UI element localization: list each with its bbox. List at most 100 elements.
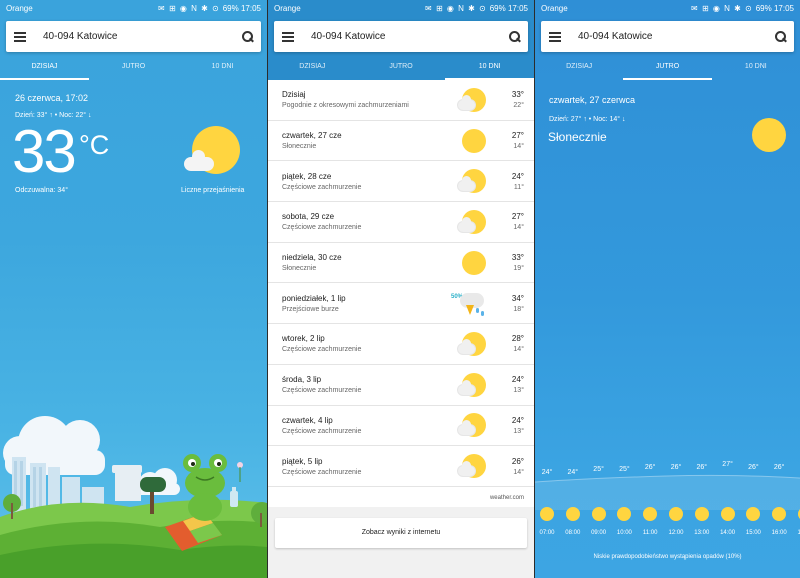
search-bar[interactable]: 40-094 Katowice (541, 21, 794, 52)
day-name: wtorek, 2 lip (282, 334, 325, 344)
hourly-forecast[interactable]: 24° 07:00 24° 08:00 25° 09:00 25° 10:00 26° 11:00… (535, 455, 800, 555)
tab-10-days[interactable]: 10 DNI (712, 56, 800, 80)
day-row[interactable]: sobota, 29 cze Częściowe zachmurzenie 27° 1… (268, 202, 534, 243)
weather-icon (458, 370, 488, 400)
day-condition: Częściowe zachmurzenie (282, 346, 362, 354)
tab-tomorrow[interactable]: JUTRO (357, 56, 446, 80)
day-condition: Słonecznie (282, 265, 317, 273)
tab-10-days[interactable]: 10 DNI (178, 56, 267, 80)
menu-icon[interactable] (282, 31, 294, 42)
hourly-time: 16:00 (771, 530, 787, 536)
hourly-temp: 26° (748, 463, 759, 471)
weather-icon (458, 288, 488, 318)
day-high-temp: 24° (511, 375, 524, 385)
hourly-temp: 26° (670, 463, 682, 471)
sun-icon (540, 507, 554, 521)
day-row[interactable]: wtorek, 2 lip Częściowe zachmurzenie 28° 14… (268, 324, 534, 365)
weather-icon (458, 166, 488, 196)
tomorrow-day-night-range: Dzień: 27° ↑ • Noc: 14° ↓ (549, 116, 626, 123)
battery-level: 69% (755, 3, 772, 13)
feels-like: Odczuwalna: 34° (15, 187, 68, 194)
day-low-temp: 14° (513, 346, 524, 354)
day-low-temp: 11° (513, 183, 524, 191)
sun-icon (752, 118, 786, 152)
day-row[interactable]: piątek, 28 cze Częściowe zachmurzenie 24° 1… (268, 161, 534, 203)
hourly-temp: 26° (696, 463, 708, 471)
day-row[interactable]: czwartek, 27 cze Słonecznie 27° 14° (268, 121, 534, 162)
cloud-icon (184, 150, 214, 171)
sun-icon (772, 507, 787, 521)
day-low-temp: 14° (513, 143, 524, 151)
sun-icon (591, 507, 606, 521)
sun-icon (643, 507, 658, 521)
temperature-unit: °C (79, 130, 110, 160)
search-bar[interactable]: 40-094 Katowice (6, 21, 261, 52)
menu-icon[interactable] (549, 31, 561, 42)
hourly-time: 08:00 (565, 530, 581, 536)
tab-today[interactable]: DZISIAJ (268, 56, 357, 80)
hourly-temp: 25° (593, 466, 604, 474)
status-icons: ✉ ⊞ ◉ N ✱ ⊙ (158, 3, 220, 13)
battery-level: 69% (489, 3, 506, 13)
rain-drop-icon (481, 311, 484, 317)
menu-icon[interactable] (14, 31, 26, 42)
ten-day-panel: Orange ✉ ⊞ ◉ N ✱ ⊙ 69% 17:05 40-094 Kato… (268, 0, 534, 578)
day-row[interactable]: środa, 3 lip Częściowe zachmurzenie 24° 13° (268, 365, 534, 406)
hourly-time: 10:00 (616, 530, 632, 536)
daily-forecast-list: Dzisiaj Pogodnie z okresowymi zachmurzeni… (268, 80, 534, 487)
day-row[interactable]: piątek, 5 lip Częściowe zachmurzenie 26° 14… (268, 446, 534, 487)
status-bar: Orange ✉ ⊞ ◉ N ✱ ⊙ 69% 17:05 (535, 0, 800, 16)
status-icons: ✉ ⊞ ◉ N ✱ ⊙ (691, 3, 753, 13)
tab-tomorrow[interactable]: JUTRO (623, 56, 712, 80)
day-row[interactable]: Dzisiaj Pogodnie z okresowymi zachmurzeni… (268, 80, 534, 121)
day-name: piątek, 28 cze (282, 171, 332, 181)
day-high-temp: 28° (511, 334, 524, 344)
tab-tomorrow[interactable]: JUTRO (89, 56, 178, 80)
day-name: poniedziałek, 1 lip (282, 293, 346, 303)
day-condition: Częściowe zachmurzenie (282, 224, 362, 232)
day-high-temp: 27° (511, 131, 524, 141)
weather-icon (458, 248, 488, 278)
hourly-temp: 24° (541, 469, 553, 476)
sun-icon (720, 507, 735, 521)
day-row[interactable]: niedziela, 30 cze Słonecznie 33° 19° (268, 243, 534, 284)
search-bar[interactable]: 40-094 Katowice (274, 21, 528, 52)
day-row[interactable]: czwartek, 4 lip Częściowe zachmurzenie 24°… (268, 406, 534, 447)
search-icon[interactable] (509, 31, 520, 42)
sun-icon (746, 507, 761, 521)
carrier-name: Orange (274, 3, 301, 13)
day-condition: Częściowe zachmurzenie (282, 183, 362, 191)
day-low-temp: 14° (513, 224, 524, 232)
day-row[interactable]: poniedziałek, 1 lip Przejściowe burze 50% 3… (268, 283, 534, 325)
search-icon[interactable] (242, 31, 253, 42)
search-input[interactable]: 40-094 Katowice (43, 31, 242, 42)
day-high-temp: 27° (511, 212, 524, 222)
day-high-temp: 33° (511, 90, 524, 100)
day-low-temp: 22° (513, 102, 524, 110)
day-name: sobota, 29 cze (282, 212, 335, 222)
data-source[interactable]: weather.com (490, 495, 524, 501)
today-date: 26 czerwca, 17:02 (15, 93, 89, 103)
sun-icon (565, 507, 580, 521)
tab-today[interactable]: DZISIAJ (0, 56, 89, 80)
search-input[interactable]: 40-094 Katowice (578, 31, 775, 42)
day-condition: Słonecznie (282, 143, 317, 151)
weather-icon (458, 410, 488, 440)
search-icon[interactable] (775, 31, 786, 42)
hourly-temp: 26° (773, 463, 785, 471)
weather-icon (458, 451, 488, 481)
current-temperature: 33 (12, 118, 77, 185)
weather-icon (458, 126, 488, 156)
tab-today[interactable]: DZISIAJ (535, 56, 623, 80)
status-bar: Orange ✉ ⊞ ◉ N ✱ ⊙ 69% 17:05 (268, 0, 534, 16)
tab-10-days[interactable]: 10 DNI (445, 56, 534, 80)
day-low-temp: 13° (513, 427, 524, 435)
cloud-icon (458, 216, 475, 232)
tomorrow-date: czwartek, 27 czerwca (549, 95, 636, 105)
search-input[interactable]: 40-094 Katowice (311, 31, 509, 42)
day-high-temp: 26° (511, 456, 524, 466)
sun-icon (462, 250, 486, 275)
see-web-results-button[interactable]: Zobacz wyniki z internetu (275, 518, 527, 548)
day-name: czwartek, 27 cze (282, 131, 342, 141)
battery-level: 69% (222, 3, 239, 13)
